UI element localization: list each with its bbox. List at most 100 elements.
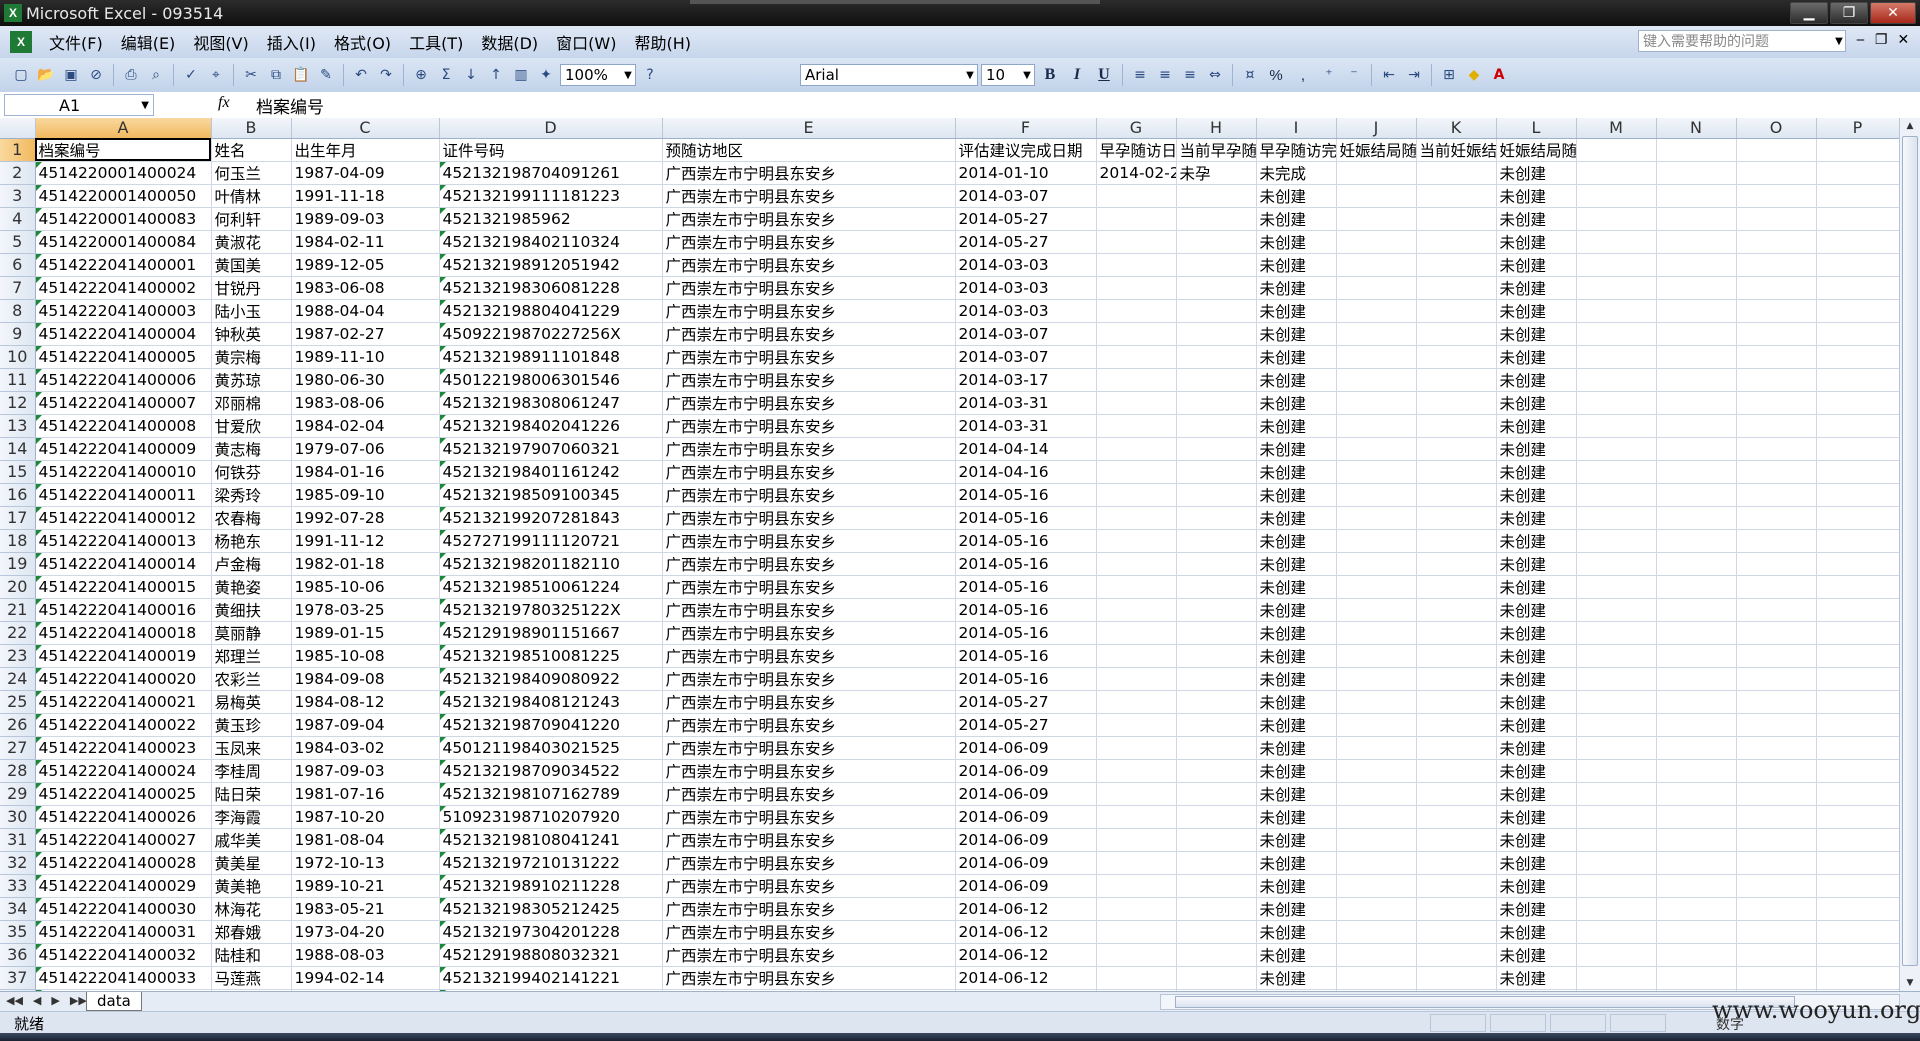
cell[interactable]: 广西崇左市宁明县东安乡 xyxy=(662,736,956,760)
row-header[interactable]: 9 xyxy=(0,322,36,346)
cell[interactable] xyxy=(1576,897,1657,921)
row-header[interactable]: 3 xyxy=(0,184,36,208)
cell[interactable]: 1987-09-04 xyxy=(291,713,440,737)
cell[interactable] xyxy=(1176,621,1257,645)
cell[interactable]: 未孕 xyxy=(1176,161,1257,185)
cell[interactable]: 4514222041400002 xyxy=(35,276,212,300)
cell[interactable] xyxy=(1816,874,1899,898)
bold-button[interactable]: B xyxy=(1038,64,1062,86)
cell[interactable]: 4514222041400014 xyxy=(35,552,212,576)
cell[interactable] xyxy=(1096,897,1177,921)
cell[interactable]: 广西崇左市宁明县东安乡 xyxy=(662,851,956,875)
row-header[interactable]: 10 xyxy=(0,345,36,369)
cell[interactable] xyxy=(1816,529,1899,553)
cell[interactable]: 未创建 xyxy=(1256,575,1337,599)
spelling-icon[interactable]: ✓ xyxy=(180,64,202,86)
cell[interactable] xyxy=(1176,322,1257,346)
cell[interactable] xyxy=(1816,736,1899,760)
cell[interactable]: 未创建 xyxy=(1256,529,1337,553)
cell[interactable]: 未创建 xyxy=(1256,184,1337,208)
cell[interactable]: 妊娠结局随 xyxy=(1336,138,1417,162)
cell[interactable]: 黄宗梅 xyxy=(211,345,292,369)
cell[interactable]: 2014-06-09 xyxy=(955,759,1097,783)
sort-ascending-icon[interactable]: ↓ xyxy=(460,64,482,86)
cell[interactable] xyxy=(1656,391,1737,415)
cell[interactable] xyxy=(1096,759,1177,783)
italic-button[interactable]: I xyxy=(1065,64,1089,86)
cell[interactable]: 510923198710207920 xyxy=(439,805,663,829)
cell[interactable] xyxy=(1416,575,1497,599)
cell[interactable]: 未创建 xyxy=(1496,805,1577,829)
cell[interactable]: 未创建 xyxy=(1496,322,1577,346)
cell[interactable] xyxy=(1336,897,1417,921)
last-sheet-icon[interactable]: ▶▶ xyxy=(70,994,87,1007)
column-header[interactable]: P xyxy=(1816,118,1899,139)
cell[interactable]: 452132197210131222 xyxy=(439,851,663,875)
cell[interactable]: 未创建 xyxy=(1256,391,1337,415)
cell[interactable] xyxy=(1416,920,1497,944)
cell[interactable]: 未创建 xyxy=(1496,759,1577,783)
cell[interactable] xyxy=(1816,851,1899,875)
cell[interactable]: 1981-07-16 xyxy=(291,782,440,806)
cell[interactable] xyxy=(1336,184,1417,208)
cell[interactable] xyxy=(1816,207,1899,231)
cell[interactable] xyxy=(1416,782,1497,806)
column-header[interactable]: M xyxy=(1576,118,1657,139)
cell[interactable]: 4514222041400004 xyxy=(35,322,212,346)
cell[interactable]: 广西崇左市宁明县东安乡 xyxy=(662,552,956,576)
cell[interactable]: 广西崇左市宁明县东安乡 xyxy=(662,920,956,944)
column-header[interactable]: F xyxy=(955,118,1097,139)
cell[interactable] xyxy=(1336,552,1417,576)
function-icon[interactable]: fx xyxy=(218,94,230,112)
cell[interactable] xyxy=(1816,368,1899,392)
cell[interactable] xyxy=(1336,782,1417,806)
column-header[interactable]: O xyxy=(1736,118,1817,139)
cell[interactable]: 李桂周 xyxy=(211,759,292,783)
cell[interactable]: 未创建 xyxy=(1496,368,1577,392)
cell[interactable] xyxy=(1176,598,1257,622)
cell[interactable]: 452132199207281843 xyxy=(439,506,663,530)
cell[interactable]: 452132198108041241 xyxy=(439,828,663,852)
percent-button[interactable]: % xyxy=(1264,64,1288,86)
row-header[interactable]: 5 xyxy=(0,230,36,254)
cell[interactable] xyxy=(1336,437,1417,461)
cell[interactable] xyxy=(1096,805,1177,829)
cell[interactable]: 2014-05-16 xyxy=(955,598,1097,622)
cell[interactable]: 2014-03-07 xyxy=(955,345,1097,369)
cell[interactable] xyxy=(1336,575,1417,599)
cell[interactable] xyxy=(1416,874,1497,898)
cell[interactable]: 广西崇左市宁明县东安乡 xyxy=(662,713,956,737)
cell[interactable] xyxy=(1656,851,1737,875)
cell[interactable] xyxy=(1096,552,1177,576)
column-header[interactable]: L xyxy=(1496,118,1577,139)
cell[interactable]: 未创建 xyxy=(1256,345,1337,369)
align-right-icon[interactable]: ≡ xyxy=(1179,64,1201,86)
cell[interactable]: 黄玉珍 xyxy=(211,713,292,737)
cell[interactable] xyxy=(1816,299,1899,323)
cell[interactable] xyxy=(1576,460,1657,484)
cell[interactable]: 未创建 xyxy=(1256,253,1337,277)
row-header[interactable]: 18 xyxy=(0,529,36,553)
cell[interactable]: 未创建 xyxy=(1496,667,1577,691)
scroll-up-icon[interactable]: ▲ xyxy=(1902,118,1918,134)
cell[interactable]: 未创建 xyxy=(1256,690,1337,714)
cell[interactable] xyxy=(1096,667,1177,691)
cell[interactable] xyxy=(1736,230,1817,254)
cell[interactable] xyxy=(1416,299,1497,323)
help-icon[interactable]: ? xyxy=(639,64,661,86)
cell[interactable] xyxy=(1736,943,1817,967)
cell[interactable] xyxy=(1656,368,1737,392)
cell[interactable] xyxy=(1656,713,1737,737)
cell[interactable] xyxy=(1416,943,1497,967)
cell[interactable]: 未创建 xyxy=(1256,207,1337,231)
cell[interactable] xyxy=(1176,575,1257,599)
cell[interactable] xyxy=(1736,161,1817,185)
cell[interactable]: 2014-05-27 xyxy=(955,690,1097,714)
cell[interactable] xyxy=(1816,897,1899,921)
cell[interactable] xyxy=(1656,575,1737,599)
cell[interactable]: 早孕随访完 xyxy=(1256,138,1337,162)
cell[interactable] xyxy=(1816,322,1899,346)
row-header[interactable]: 22 xyxy=(0,621,36,645)
column-header[interactable]: C xyxy=(291,118,440,139)
cell[interactable]: 452132198408121243 xyxy=(439,690,663,714)
